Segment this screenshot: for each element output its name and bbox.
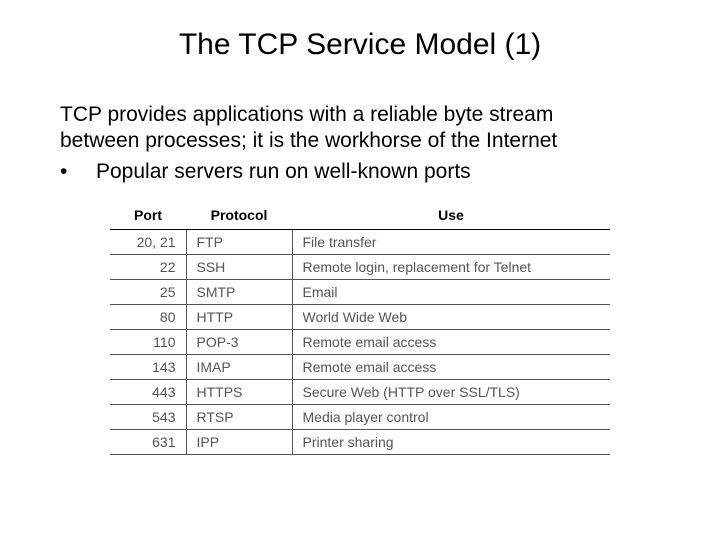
cell-use: Remote email access: [292, 354, 610, 379]
table-row: 25SMTPEmail: [110, 279, 610, 304]
cell-port: 80: [110, 304, 186, 329]
table-row: 543RTSPMedia player control: [110, 404, 610, 429]
ports-table-container: Port Protocol Use 20, 21FTPFile transfer…: [110, 205, 610, 455]
table-header-row: Port Protocol Use: [110, 205, 610, 230]
slide: The TCP Service Model (1) TCP provides a…: [0, 0, 720, 540]
cell-protocol: RTSP: [186, 404, 292, 429]
col-header-use: Use: [292, 205, 610, 230]
table-row: 443HTTPSSecure Web (HTTP over SSL/TLS): [110, 379, 610, 404]
cell-use: File transfer: [292, 229, 610, 254]
table-row: 22SSHRemote login, replacement for Telne…: [110, 254, 610, 279]
intro-paragraph: TCP provides applications with a reliabl…: [60, 102, 660, 155]
cell-port: 443: [110, 379, 186, 404]
bullet-mark: •: [60, 159, 96, 185]
cell-port: 110: [110, 329, 186, 354]
col-header-port: Port: [110, 205, 186, 230]
cell-use: Printer sharing: [292, 429, 610, 454]
cell-protocol: HTTP: [186, 304, 292, 329]
intro-line-2: between processes; it is the workhorse o…: [60, 129, 557, 152]
col-header-protocol: Protocol: [186, 205, 292, 230]
cell-port: 22: [110, 254, 186, 279]
table-row: 631IPPPrinter sharing: [110, 429, 610, 454]
cell-protocol: SSH: [186, 254, 292, 279]
cell-use: Remote email access: [292, 329, 610, 354]
cell-use: Email: [292, 279, 610, 304]
cell-use: Media player control: [292, 404, 610, 429]
cell-protocol: IMAP: [186, 354, 292, 379]
cell-use: Remote login, replacement for Telnet: [292, 254, 610, 279]
table-row: 80HTTPWorld Wide Web: [110, 304, 610, 329]
cell-port: 143: [110, 354, 186, 379]
table-row: 110POP-3Remote email access: [110, 329, 610, 354]
cell-protocol: POP-3: [186, 329, 292, 354]
bullet-text: Popular servers run on well-known ports: [96, 159, 471, 185]
table-row: 20, 21FTPFile transfer: [110, 229, 610, 254]
cell-use: World Wide Web: [292, 304, 610, 329]
cell-port: 631: [110, 429, 186, 454]
cell-protocol: IPP: [186, 429, 292, 454]
cell-protocol: FTP: [186, 229, 292, 254]
page-title: The TCP Service Model (1): [60, 28, 660, 62]
cell-use: Secure Web (HTTP over SSL/TLS): [292, 379, 610, 404]
intro-line-1: TCP provides applications with a reliabl…: [60, 103, 553, 126]
ports-table: Port Protocol Use 20, 21FTPFile transfer…: [110, 205, 610, 455]
cell-protocol: HTTPS: [186, 379, 292, 404]
bullet-item: • Popular servers run on well-known port…: [60, 159, 660, 185]
cell-port: 25: [110, 279, 186, 304]
cell-port: 543: [110, 404, 186, 429]
cell-port: 20, 21: [110, 229, 186, 254]
table-row: 143IMAPRemote email access: [110, 354, 610, 379]
cell-protocol: SMTP: [186, 279, 292, 304]
